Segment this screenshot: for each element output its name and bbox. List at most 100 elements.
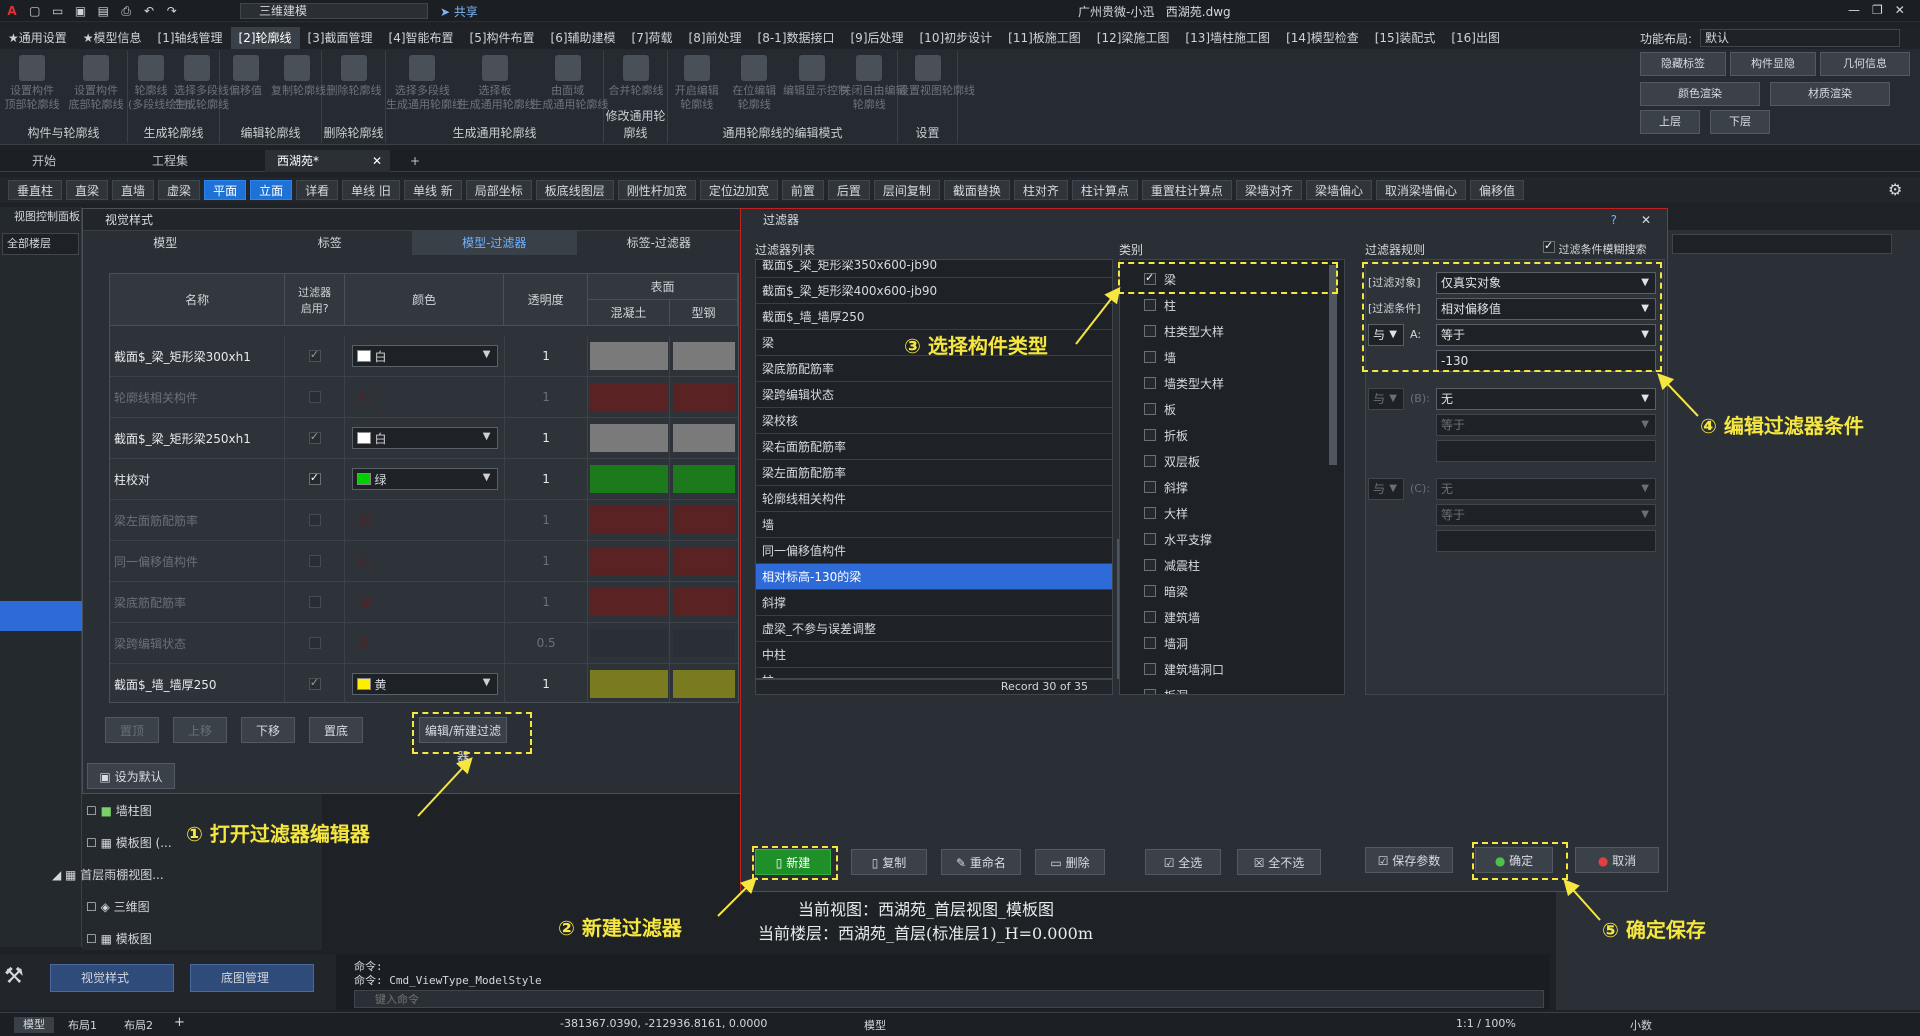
field-b-select[interactable]: 无 ▼ <box>1436 388 1656 410</box>
enabled-checkbox[interactable] <box>308 348 321 362</box>
toolbar-button[interactable]: 柱对齐 <box>1013 180 1068 200</box>
list-item[interactable]: 梁校核 <box>756 408 1112 434</box>
concrete-swatch[interactable] <box>589 629 668 657</box>
layout2-tab[interactable]: 布局2 <box>124 1017 153 1033</box>
tree-item[interactable]: ☐ ◈ 三维图 <box>86 898 150 915</box>
rename-filter-button[interactable]: ✎ 重命名 <box>941 849 1021 875</box>
menu-item[interactable]: [1]轴线管理 <box>150 27 231 49</box>
tab-start[interactable]: 开始 <box>20 150 150 172</box>
table-row[interactable]: 截面$_墙_墙厚250黄▼1 <box>110 663 738 702</box>
category-item[interactable]: 建筑墙洞口 <box>1120 656 1344 682</box>
category-item[interactable]: 大样 <box>1120 500 1344 526</box>
toolbar-button[interactable]: 定位边加宽 <box>699 180 778 200</box>
list-item[interactable]: 截面$_梁_矩形梁400x600-jb90 <box>756 278 1112 304</box>
menu-item[interactable]: [14]模型检查 <box>1278 27 1367 49</box>
open-file-icon[interactable]: ▭ <box>50 4 66 18</box>
enabled-checkbox[interactable] <box>308 471 321 485</box>
category-checkbox[interactable] <box>1144 689 1156 694</box>
steel-swatch[interactable] <box>673 465 736 493</box>
floor-select[interactable]: 全部楼层 <box>2 233 79 255</box>
toolbar-button[interactable]: 板底线图层 <box>535 180 614 200</box>
ribbon-button[interactable]: 复制轮廓线 <box>271 55 326 98</box>
ribbon-button[interactable]: 轮廓线 (多段线绘制) <box>128 55 192 112</box>
menu-item[interactable]: ★模型信息 <box>75 27 150 49</box>
select-all-button[interactable]: ☑ 全选 <box>1145 849 1221 875</box>
filter-list[interactable]: 截面$_梁_矩形梁350x600-jb90 截面$_梁_矩形梁400x600-jb… <box>755 259 1113 679</box>
tree-item[interactable]: ◢ ▦ 首层雨棚视图... <box>52 866 164 883</box>
toolbar-button[interactable]: 单线 新 <box>403 180 462 200</box>
concrete-swatch[interactable] <box>589 588 668 616</box>
ribbon-button[interactable]: 删除轮廓线 <box>322 55 386 98</box>
move-up-button[interactable]: 上移 <box>173 717 227 743</box>
operator-b-select[interactable]: 等于 ▼ <box>1436 414 1656 436</box>
menu-item[interactable]: [16]出图 <box>1443 27 1508 49</box>
value-b-input[interactable] <box>1436 440 1656 462</box>
category-checkbox[interactable] <box>1144 455 1156 467</box>
list-item[interactable]: 同一偏移值构件 <box>756 538 1112 564</box>
category-item[interactable]: 墙洞 <box>1120 630 1344 656</box>
category-checkbox[interactable] <box>1144 637 1156 649</box>
category-item[interactable]: 柱类型大样 <box>1120 318 1344 344</box>
ribbon-button[interactable]: 选择多段线 生成轮廓线 <box>174 55 229 112</box>
concrete-swatch[interactable] <box>589 424 668 452</box>
ribbon-right-button[interactable]: 上层 <box>1640 110 1700 134</box>
ribbon-right-button[interactable]: 隐藏标签 <box>1640 52 1726 76</box>
table-row[interactable]: 梁底筋配筋率 蓝 1 <box>110 581 738 623</box>
menu-item[interactable]: [9]后处理 <box>843 27 912 49</box>
help-icon[interactable]: ? <box>1611 209 1617 231</box>
toolbar-button[interactable]: 单线 旧 <box>342 180 400 200</box>
toolbar-button[interactable]: 局部坐标 <box>465 180 532 200</box>
steel-swatch[interactable] <box>673 383 736 411</box>
category-item[interactable]: 墙 <box>1120 344 1344 370</box>
tab-drawing[interactable]: 西湖苑* ✕ <box>265 150 390 172</box>
ribbon-button[interactable]: 在位编辑 轮廓线 <box>726 55 784 112</box>
ribbon-button[interactable]: 开启编辑 轮廓线 <box>668 55 726 112</box>
enabled-checkbox[interactable] <box>308 637 321 649</box>
menu-item[interactable]: [4]智能布置 <box>381 27 462 49</box>
toolbar-button[interactable]: 虚梁 <box>158 180 201 200</box>
steel-swatch[interactable] <box>673 424 736 452</box>
category-checkbox[interactable] <box>1144 481 1156 493</box>
toolbar-button[interactable]: 平面 <box>204 180 247 200</box>
copy-filter-button[interactable]: ▯ 复制 <box>851 849 927 875</box>
settings-gear-icon[interactable]: ⚙ <box>1888 180 1902 199</box>
minimize-button[interactable]: — <box>1848 3 1872 17</box>
category-scrollbar[interactable] <box>1329 265 1337 465</box>
model-tab[interactable]: 模型 <box>14 1017 54 1033</box>
table-row[interactable]: 截面$_梁_矩形梁300xh1白▼1 <box>110 335 738 377</box>
enabled-checkbox[interactable] <box>308 555 321 567</box>
ribbon-right-button[interactable]: 材质渲染 <box>1770 82 1890 106</box>
command-input[interactable] <box>354 990 1544 1008</box>
save-icon[interactable]: ▣ <box>72 4 88 18</box>
layout-select[interactable]: 默认 <box>1700 29 1900 47</box>
ribbon-right-button[interactable]: 下层 <box>1710 110 1770 134</box>
list-item[interactable]: 中柱 <box>756 642 1112 668</box>
category-checkbox[interactable] <box>1144 429 1156 441</box>
ribbon-button[interactable]: 由面域 生成通用轮廓线 <box>531 55 608 112</box>
menu-item[interactable]: [6]辅助建模 <box>543 27 624 49</box>
menu-item[interactable]: [11]板施工图 <box>1000 27 1089 49</box>
dialog-tab[interactable]: 标签 <box>248 231 413 255</box>
menu-item[interactable]: [5]构件布置 <box>462 27 543 49</box>
category-checkbox[interactable] <box>1144 533 1156 545</box>
ribbon-button[interactable]: 关闭自由编辑 轮廓线 <box>841 55 907 112</box>
ribbon-button[interactable]: 设置构件 顶部轮廓线 <box>0 55 64 112</box>
category-item[interactable]: 折板 <box>1120 422 1344 448</box>
move-bottom-button[interactable]: 置底 <box>309 717 363 743</box>
menu-item[interactable]: [8]前处理 <box>681 27 750 49</box>
scale-label[interactable]: 1:1 / 100% <box>1456 1017 1516 1030</box>
dialog-tab[interactable]: 模型 <box>83 231 248 255</box>
save-as-icon[interactable]: ▤ <box>95 4 111 18</box>
menu-item[interactable]: ★通用设置 <box>0 27 75 49</box>
menu-item[interactable]: [3]截面管理 <box>300 27 381 49</box>
category-checkbox[interactable] <box>1144 299 1156 311</box>
ribbon-button[interactable]: 编辑显示控制 <box>783 55 849 98</box>
new-tab-button[interactable]: + <box>398 150 422 172</box>
undo-icon[interactable]: ↶ <box>141 4 157 18</box>
steel-swatch[interactable] <box>673 629 736 657</box>
concrete-swatch[interactable] <box>589 465 668 493</box>
menu-item[interactable]: [10]初步设计 <box>912 27 1001 49</box>
ribbon-right-button[interactable]: 构件显隐 <box>1730 52 1816 76</box>
toolbar-button[interactable]: 偏移值 <box>1469 180 1524 200</box>
save-params-button[interactable]: ☑ 保存参数 <box>1365 847 1453 873</box>
